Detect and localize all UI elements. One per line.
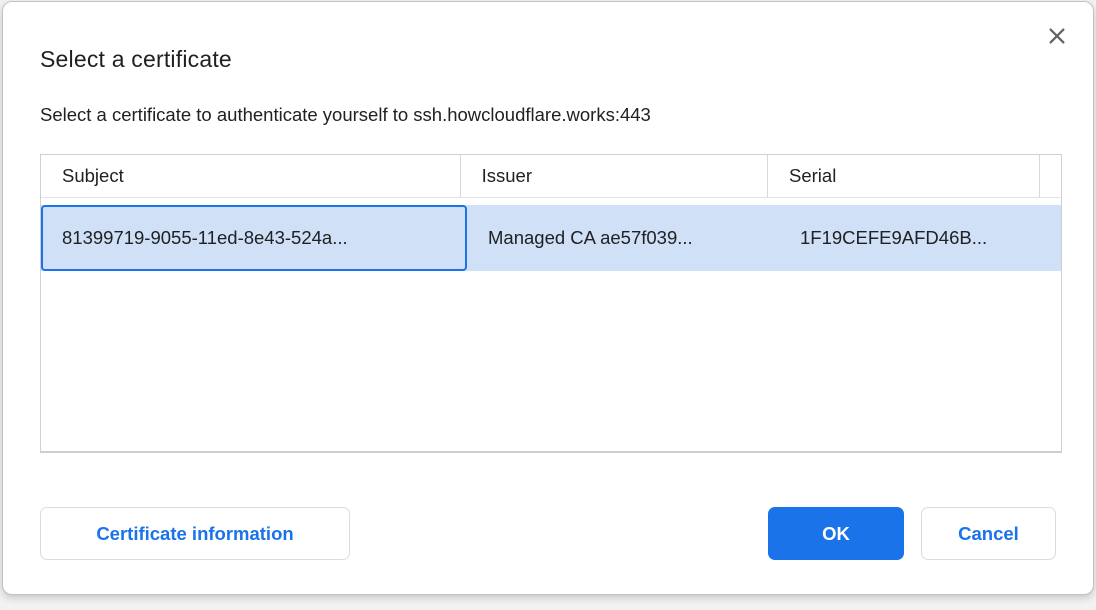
cell-issuer[interactable]: Managed CA ae57f039...: [467, 205, 779, 271]
dialog-subtitle: Select a certificate to authenticate you…: [40, 104, 651, 126]
close-icon: [1046, 25, 1068, 47]
column-header-serial[interactable]: Serial: [768, 155, 1040, 197]
column-header-subject[interactable]: Subject: [41, 155, 461, 197]
dialog-title: Select a certificate: [40, 46, 232, 73]
column-header-issuer[interactable]: Issuer: [461, 155, 768, 197]
ok-button[interactable]: OK: [768, 507, 904, 560]
column-header-gutter: [1040, 155, 1061, 197]
certificate-information-button[interactable]: Certificate information: [40, 507, 350, 560]
table-header: Subject Issuer Serial: [41, 155, 1061, 198]
dialog-footer: Certificate information OK Cancel: [40, 507, 1056, 560]
screen: Select a certificate Select a certificat…: [0, 0, 1096, 610]
close-button[interactable]: [1043, 22, 1071, 50]
cancel-button[interactable]: Cancel: [921, 507, 1056, 560]
certificate-table: Subject Issuer Serial 81399719-9055-11ed…: [40, 154, 1062, 453]
certificate-select-dialog: Select a certificate Select a certificat…: [2, 1, 1094, 595]
table-body: 81399719-9055-11ed-8e43-524a... Managed …: [41, 198, 1061, 271]
cell-subject[interactable]: 81399719-9055-11ed-8e43-524a...: [41, 205, 467, 271]
certificate-row-selected[interactable]: 81399719-9055-11ed-8e43-524a... Managed …: [41, 205, 1061, 271]
cell-serial[interactable]: 1F19CEFE9AFD46B...: [779, 205, 1061, 271]
